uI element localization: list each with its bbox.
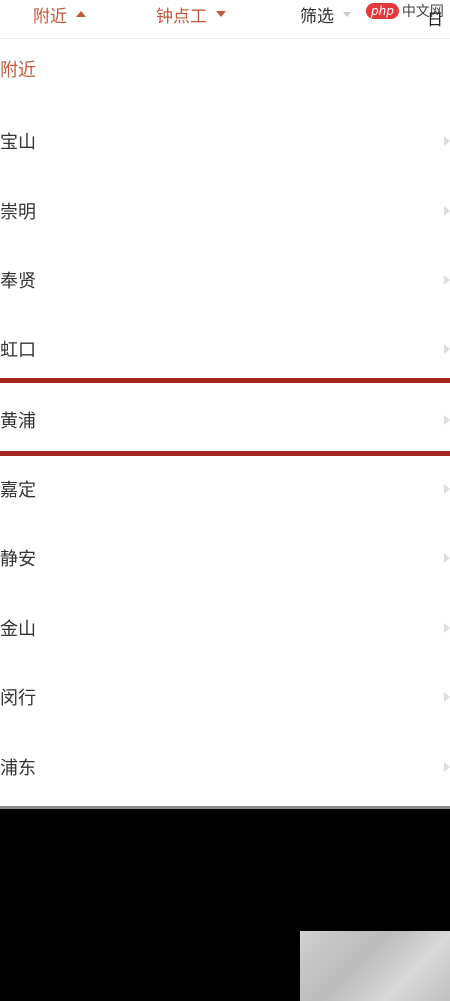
tab-filter[interactable]: 筛选 xyxy=(300,2,351,27)
highlight-border-top xyxy=(0,378,450,383)
list-item-label: 闵行 xyxy=(0,688,36,709)
list-item[interactable]: 嘉定 xyxy=(0,458,450,520)
chevron-right-icon xyxy=(444,484,450,494)
list-item-label: 崇明 xyxy=(0,202,36,223)
list-item[interactable]: 宝山 xyxy=(0,110,450,172)
chevron-right-icon xyxy=(444,692,450,702)
list-item[interactable]: 虹口 xyxy=(0,318,450,380)
list-item-label: 金山 xyxy=(0,619,36,640)
list-item-label: 静安 xyxy=(0,549,36,570)
list-item-label: 嘉定 xyxy=(0,480,36,501)
tab-nearby-label: 附近 xyxy=(33,6,67,27)
highlight-border-bottom xyxy=(0,451,450,456)
list-item-label: 黄浦 xyxy=(0,411,36,432)
chevron-right-icon xyxy=(444,762,450,772)
chevron-right-icon xyxy=(444,275,450,285)
caret-down-icon xyxy=(343,11,351,17)
list-item[interactable]: 闵行 xyxy=(0,666,450,728)
chevron-right-icon xyxy=(444,553,450,563)
tab-job-type-label: 钟点工 xyxy=(156,6,207,27)
list-item-label: 奉贤 xyxy=(0,271,36,292)
watermark-logo: php xyxy=(366,3,399,19)
list-item[interactable]: 奉贤 xyxy=(0,249,450,311)
caret-down-icon xyxy=(216,11,226,17)
list-item[interactable]: 浦东 xyxy=(0,736,450,798)
list-item[interactable]: 静安 xyxy=(0,527,450,589)
list-item-label: 附近 xyxy=(0,60,36,81)
tab-filter-label: 筛选 xyxy=(300,6,334,27)
list-item-label: 虹口 xyxy=(0,340,36,361)
divider xyxy=(0,806,450,809)
list-item[interactable]: 崇明 xyxy=(0,180,450,242)
chevron-right-icon xyxy=(444,623,450,633)
list-item-selected[interactable]: 黄浦 xyxy=(0,389,450,451)
list-item-label: 宝山 xyxy=(0,132,36,153)
chevron-right-icon xyxy=(444,136,450,146)
tab-job-type[interactable]: 钟点工 xyxy=(156,2,226,27)
list-item-nearby[interactable]: 附近 xyxy=(0,38,450,100)
list-item-label: 浦东 xyxy=(0,758,36,779)
corner-glyph: 日 xyxy=(427,10,444,29)
chevron-right-icon xyxy=(444,415,450,425)
list-item[interactable]: 金山 xyxy=(0,597,450,659)
caret-up-icon xyxy=(76,11,86,17)
blurred-image xyxy=(300,931,450,1001)
chevron-right-icon xyxy=(444,344,450,354)
tab-nearby[interactable]: 附近 xyxy=(33,2,86,27)
chevron-right-icon xyxy=(444,206,450,216)
